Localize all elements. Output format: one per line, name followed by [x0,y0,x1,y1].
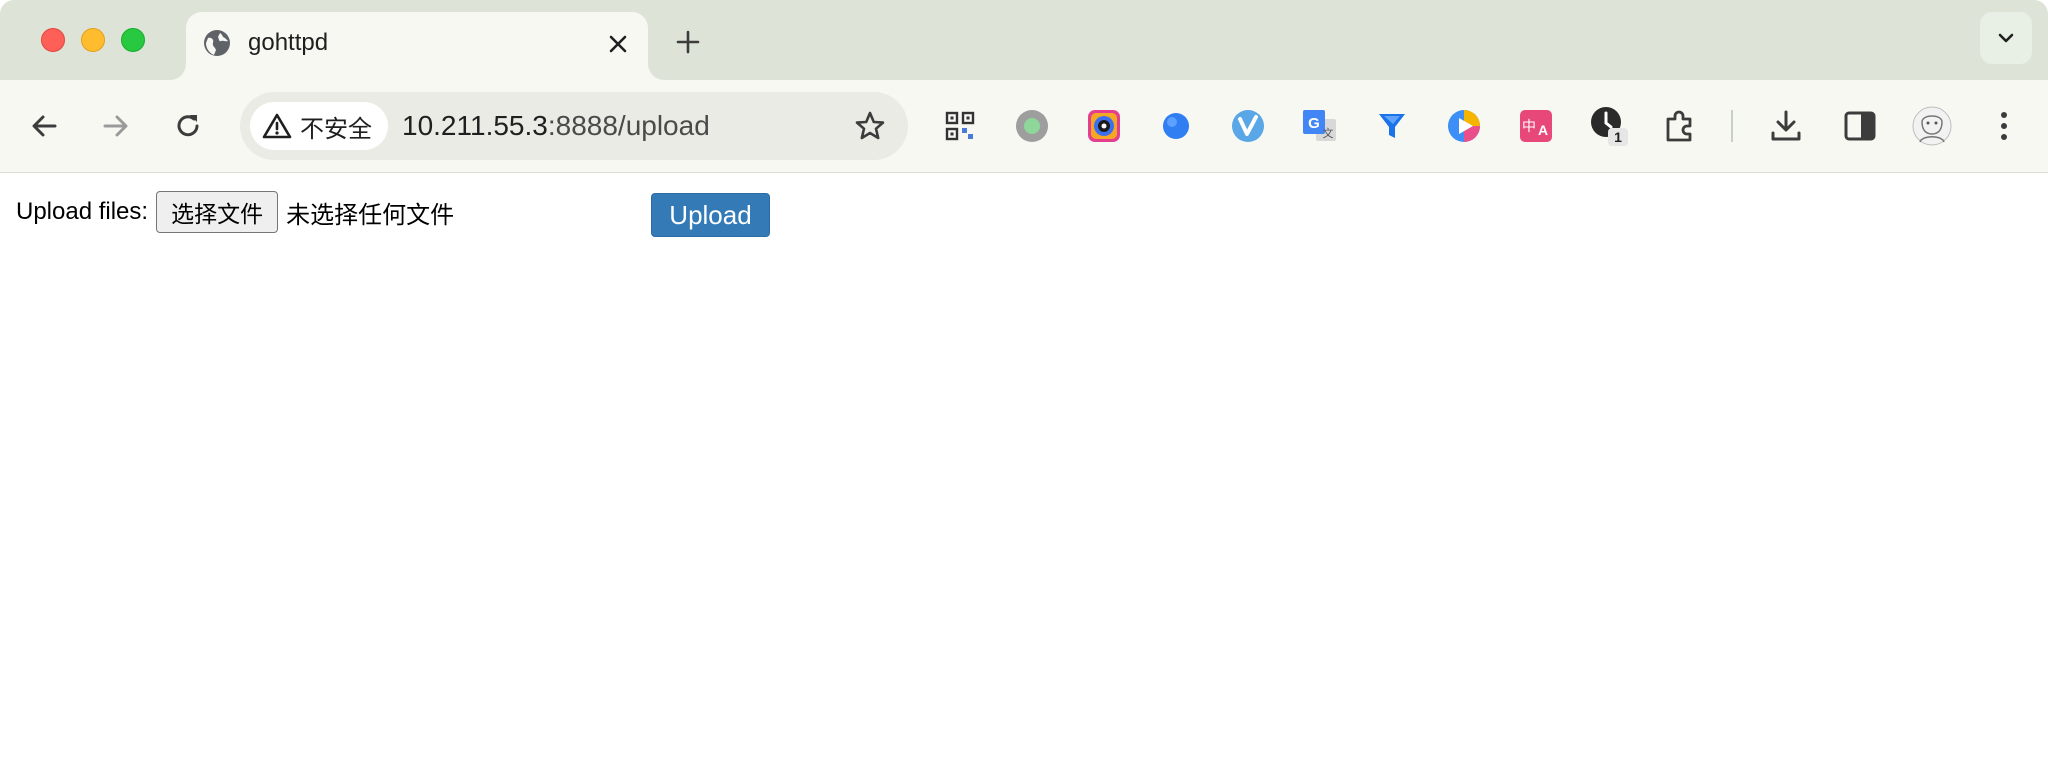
url-text[interactable]: 10.211.55.3:8888/upload [402,108,710,144]
browser-window: gohttpd 不安全 10.211.55.3:8888/upload G 文 … [0,0,2048,776]
warning-icon [262,113,292,139]
clock-icon[interactable]: 1 [1588,106,1628,146]
download-icon[interactable] [1766,106,1806,146]
security-label: 不安全 [300,114,372,143]
avatar[interactable] [1912,106,1952,146]
close-icon[interactable] [602,28,634,60]
back-button[interactable] [20,102,68,150]
address-bar[interactable]: 不安全 10.211.55.3:8888/upload [240,92,908,160]
page-content: Upload files: 选择文件 未选择任何文件 Upload [0,173,2048,776]
translate-zh-a-icon[interactable]: 中 A [1516,106,1556,146]
file-status: 未选择任何文件 [286,200,455,229]
browser-toolbar: 不安全 10.211.55.3:8888/upload G 文 中 A 1 [0,80,2048,173]
reload-button[interactable] [164,102,212,150]
tab-search-button[interactable] [1980,12,2032,64]
vimium-icon[interactable] [1228,106,1268,146]
plus-icon [676,30,700,54]
puzzle-icon[interactable] [1660,106,1700,146]
svg-text:A: A [1538,122,1548,138]
chevron-down-icon [1998,33,2014,43]
tab-strip: gohttpd [0,0,2048,80]
new-tab-button[interactable] [668,22,708,62]
arrow-right-icon [103,115,128,137]
funnel-icon[interactable] [1372,106,1412,146]
play-icon[interactable] [1444,106,1484,146]
choose-file-button[interactable]: 选择文件 [156,191,279,233]
qr-code-icon[interactable] [940,106,980,146]
url-path: :8888/upload [547,110,710,141]
url-host: 10.211.55.3 [402,110,548,141]
toolbar-divider [1731,110,1733,142]
tab-gohttpd[interactable]: gohttpd [186,12,648,80]
bookmark-star-icon[interactable] [850,106,890,146]
blue-dot-icon[interactable] [1156,106,1196,146]
side-panel-icon[interactable] [1840,106,1880,146]
svg-text:G: G [1308,115,1320,132]
forward-button[interactable] [92,102,140,150]
camera-icon[interactable] [1084,106,1124,146]
google-translate-icon[interactable]: G 文 [1300,106,1340,146]
tab-title: gohttpd [248,29,329,56]
window-minimize-button[interactable] [81,28,105,52]
globe-icon [202,28,232,58]
svg-text:中: 中 [1522,119,1536,135]
upload-button[interactable]: Upload [651,193,770,237]
window-maximize-button[interactable] [121,28,145,52]
gray-circle-icon[interactable] [1012,106,1052,146]
svg-text:文: 文 [1323,126,1334,140]
kebab-menu-icon[interactable] [1984,106,2024,146]
arrow-left-icon [32,115,57,137]
upload-label: Upload files: [16,198,149,225]
security-chip[interactable]: 不安全 [250,102,388,150]
extension-badge: 1 [1614,129,1622,145]
reload-icon [177,115,199,137]
upload-form: Upload files: 选择文件 未选择任何文件 [16,191,454,233]
window-close-button[interactable] [41,28,65,52]
